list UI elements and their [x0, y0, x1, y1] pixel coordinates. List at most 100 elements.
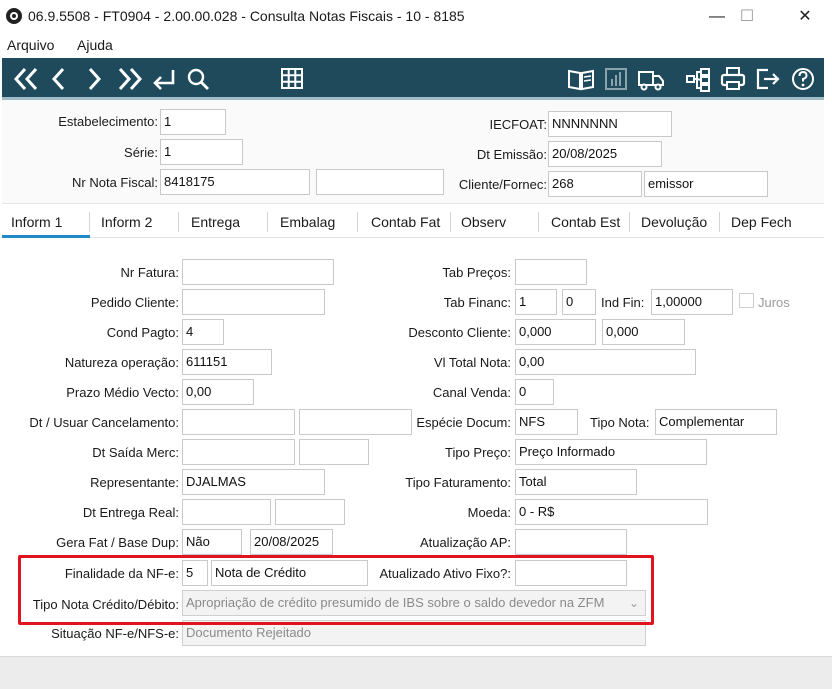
especie-docum-label: Espécie Docum:	[416, 415, 511, 430]
iecfoat-label: IECFOAT:	[489, 117, 547, 132]
atualizacao-ap-label: Atualização AP:	[419, 535, 511, 550]
close-button[interactable]: ✕	[782, 0, 828, 33]
tab-financ-label: Tab Financ:	[443, 295, 511, 310]
serie-label: Série:	[124, 145, 158, 160]
tipo-preco-label: Tipo Preço:	[445, 445, 511, 460]
pedido-cliente-field[interactable]	[182, 289, 325, 315]
estabelecimento-label: Estabelecimento:	[58, 114, 158, 129]
tab-contab-est[interactable]: Contab Est	[551, 214, 620, 230]
search-icon[interactable]	[185, 64, 211, 94]
especie-docum-field[interactable]: NFS	[515, 409, 578, 435]
tab-separator	[450, 212, 451, 232]
highlight-box	[18, 555, 654, 625]
tab-observ[interactable]: Observ	[461, 214, 506, 230]
menu-ajuda[interactable]: Ajuda	[77, 36, 113, 54]
return-icon[interactable]	[150, 64, 178, 94]
chart-icon[interactable]	[604, 64, 628, 94]
representante-field[interactable]: DJALMAS	[182, 469, 325, 495]
menu-bar	[0, 33, 832, 57]
iecfoat-field[interactable]: NNNNNNN	[548, 111, 672, 137]
grid-icon[interactable]	[280, 64, 304, 94]
vl-total-nota-field[interactable]: 0,00	[515, 349, 696, 375]
tipo-nota-field[interactable]: Complementar	[655, 409, 777, 435]
atualizacao-ap-field[interactable]	[515, 529, 627, 555]
dt-cancelamento-field[interactable]	[182, 409, 295, 435]
tab-separator	[357, 212, 358, 232]
tipo-nota-label: Tipo Nota:	[590, 415, 650, 430]
tab-separator	[178, 212, 179, 232]
desconto-cliente-field-2[interactable]: 0,000	[602, 319, 685, 345]
exit-icon[interactable]	[754, 64, 782, 94]
tab-separator	[719, 212, 720, 232]
tab-separator	[538, 212, 539, 232]
tipo-preco-field[interactable]: Preço Informado	[515, 439, 707, 465]
gera-fat-base-dup-label: Gera Fat / Base Dup:	[56, 535, 179, 550]
tipo-faturamento-field[interactable]: Total	[515, 469, 637, 495]
ind-fin-field[interactable]: 1,00000	[651, 289, 733, 315]
hr-saida-merc-field[interactable]	[299, 439, 369, 465]
tab-dep-fech[interactable]: Dep Fech	[731, 214, 792, 230]
cliente-fornec-label: Cliente/Fornec:	[458, 177, 547, 192]
dt-saida-merc-field[interactable]	[182, 439, 295, 465]
gera-fat-field[interactable]: Não	[182, 529, 242, 555]
active-tab-indicator	[2, 235, 90, 238]
canal-venda-field[interactable]: 0	[515, 379, 554, 405]
nr-nota-fiscal-label: Nr Nota Fiscal:	[72, 175, 158, 190]
juros-checkbox[interactable]	[739, 293, 754, 308]
first-icon[interactable]	[12, 64, 40, 94]
tab-financ-field-2[interactable]: 0	[562, 289, 596, 315]
prazo-medio-field[interactable]: 0,00	[182, 379, 254, 405]
vl-total-nota-label: Vl Total Nota:	[433, 355, 511, 370]
estabelecimento-field[interactable]: 1	[160, 109, 226, 135]
nr-nota-fiscal-field[interactable]: 8418175	[160, 169, 310, 195]
tab-precos-label: Tab Preços:	[442, 265, 511, 280]
desconto-cliente-field-1[interactable]: 0,000	[515, 319, 596, 345]
tab-entrega[interactable]: Entrega	[191, 214, 240, 230]
tab-separator	[267, 212, 268, 232]
usuar-cancelamento-field[interactable]	[299, 409, 412, 435]
dt-usuar-cancelamento-label: Dt / Usuar Cancelamento:	[29, 415, 179, 430]
tab-precos-field[interactable]	[515, 259, 587, 285]
print-icon[interactable]	[719, 64, 747, 94]
cliente-fornec-name-field[interactable]: emissor	[644, 171, 768, 197]
situacao-nfe-label: Situação NF-e/NFS-e:	[51, 626, 179, 641]
tab-embalag[interactable]: Embalag	[280, 214, 335, 230]
hr-entrega-real-field[interactable]	[275, 499, 345, 525]
tab-financ-field-1[interactable]: 1	[515, 289, 557, 315]
tab-contab-fat[interactable]: Contab Fat	[371, 214, 440, 230]
desconto-cliente-label: Desconto Cliente:	[408, 325, 511, 340]
cliente-fornec-code-field[interactable]: 268	[548, 171, 642, 197]
natureza-operacao-label: Natureza operação:	[64, 355, 179, 370]
last-icon[interactable]	[116, 64, 144, 94]
previous-icon[interactable]	[49, 64, 69, 94]
moeda-field[interactable]: 0 - R$	[515, 499, 708, 525]
help-icon[interactable]	[790, 64, 816, 94]
tipo-faturamento-label: Tipo Faturamento:	[405, 475, 511, 490]
toolbar	[2, 58, 824, 100]
ind-fin-label: Ind Fin:	[601, 295, 645, 310]
tab-devolucao[interactable]: Devolução	[641, 214, 707, 230]
representante-label: Representante:	[90, 475, 179, 490]
base-dup-field[interactable]: 20/08/2025	[250, 529, 333, 555]
hierarchy-icon[interactable]	[685, 64, 711, 94]
nr-nota-fiscal-extra-field[interactable]	[316, 169, 444, 195]
tab-inform-1[interactable]: Inform 1	[11, 214, 62, 230]
truck-icon[interactable]	[636, 64, 666, 94]
serie-field[interactable]: 1	[160, 139, 243, 165]
dt-emissao-field[interactable]: 20/08/2025	[548, 141, 662, 167]
dt-saida-merc-label: Dt Saída Merc:	[92, 445, 179, 460]
moeda-label: Moeda:	[467, 505, 511, 520]
menu-arquivo[interactable]: Arquivo	[7, 36, 54, 54]
dt-entrega-real-field[interactable]	[182, 499, 271, 525]
cond-pagto-label: Cond Pagto:	[106, 325, 179, 340]
next-icon[interactable]	[84, 64, 104, 94]
app-icon	[6, 8, 22, 24]
cond-pagto-field[interactable]: 4	[182, 319, 224, 345]
maximize-button[interactable]: ☐	[724, 0, 770, 33]
book-icon[interactable]	[566, 64, 596, 94]
nr-fatura-field[interactable]	[182, 259, 334, 285]
nr-fatura-label: Nr Fatura:	[120, 265, 179, 280]
natureza-operacao-field[interactable]: 611151	[182, 349, 272, 375]
pedido-cliente-label: Pedido Cliente:	[90, 295, 179, 310]
tab-inform-2[interactable]: Inform 2	[101, 214, 152, 230]
